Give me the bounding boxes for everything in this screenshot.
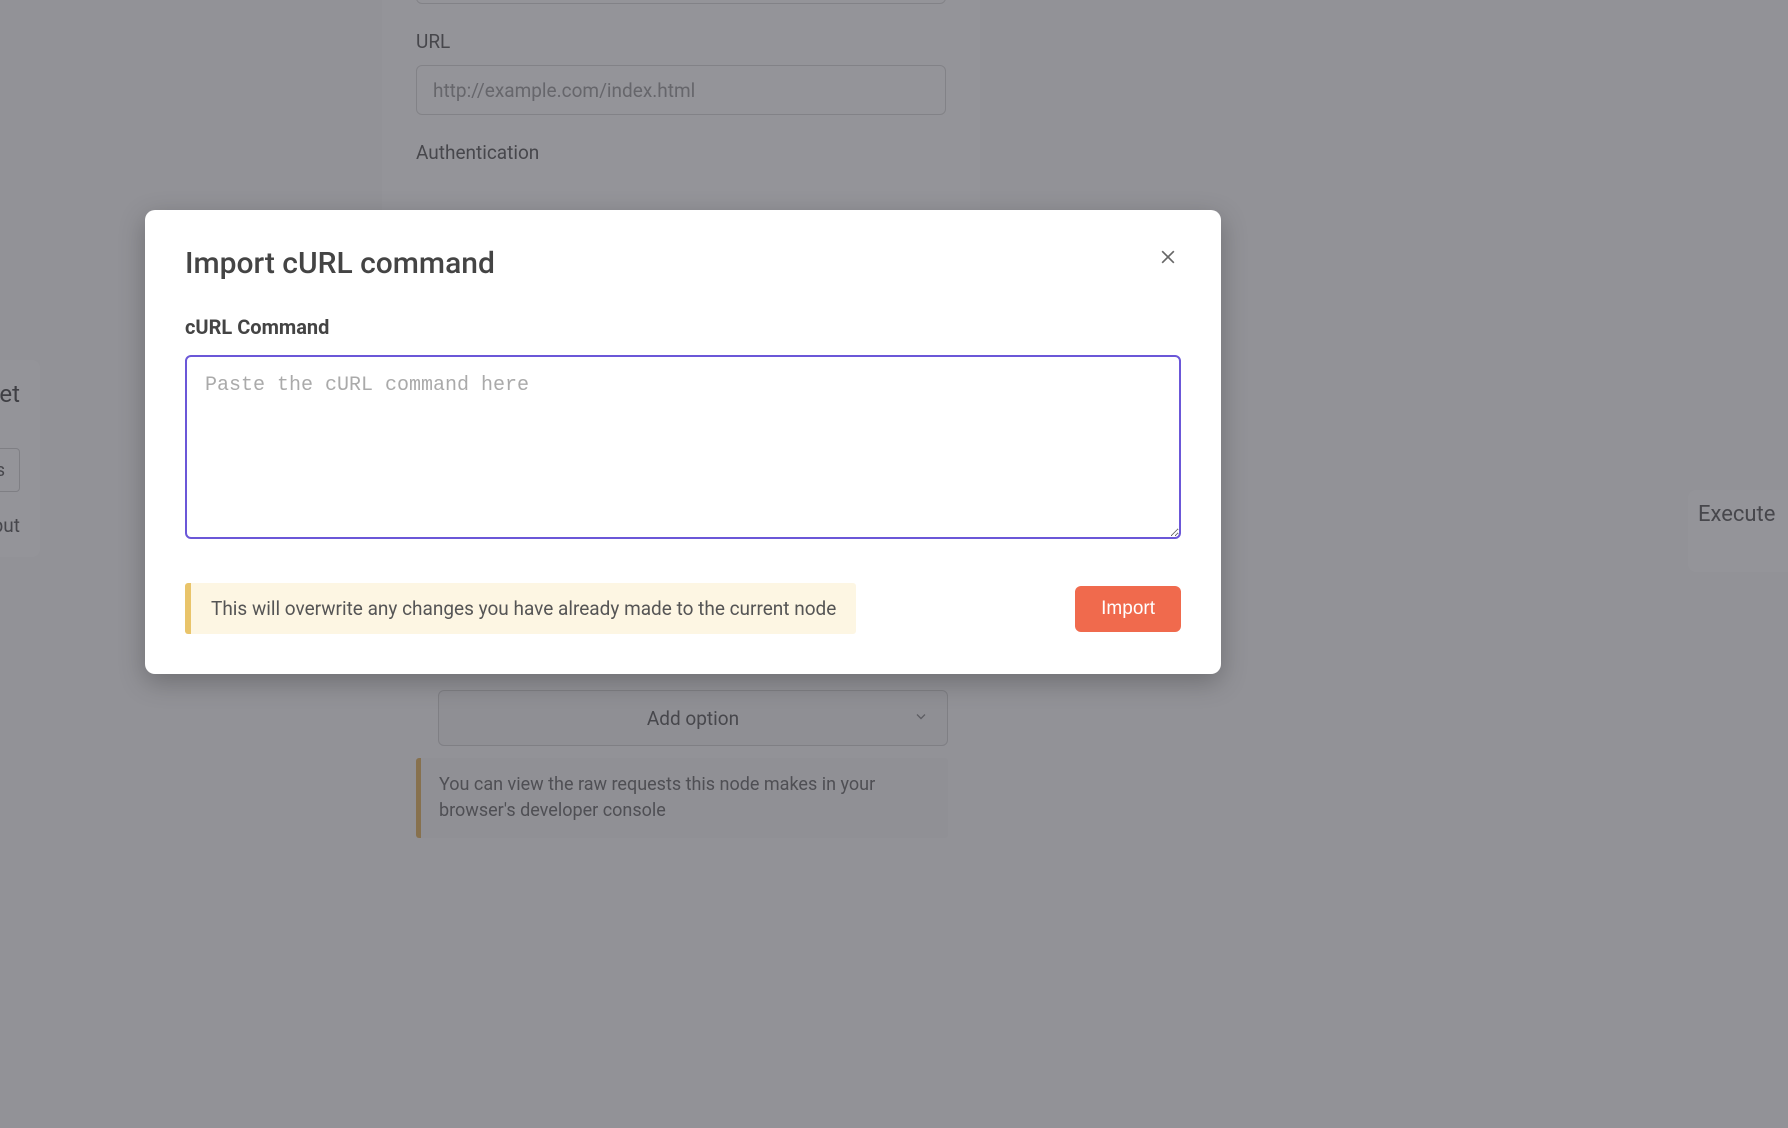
curl-command-textarea[interactable] [185,355,1181,539]
close-icon [1158,247,1178,271]
curl-command-label: cURL Command [185,315,1181,339]
modal-header: Import cURL command [185,246,1181,281]
close-button[interactable] [1155,246,1181,272]
import-button-label: Import [1101,598,1155,619]
import-button[interactable]: Import [1075,586,1181,632]
import-curl-modal: Import cURL command cURL Command This wi… [145,210,1221,674]
modal-title: Import cURL command [185,246,495,281]
overwrite-warning: This will overwrite any changes you have… [185,583,856,634]
modal-footer: This will overwrite any changes you have… [185,583,1181,634]
overwrite-warning-text: This will overwrite any changes you have… [211,597,836,620]
